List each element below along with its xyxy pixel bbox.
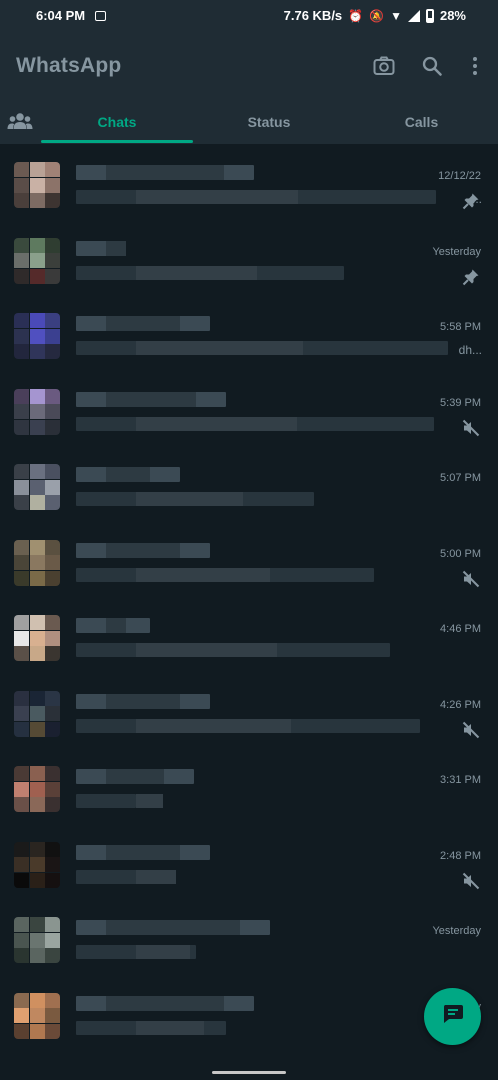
contact-name-redacted-shade <box>106 693 180 709</box>
chat-time: 3:31 PM <box>440 774 481 786</box>
chat-row[interactable]: 12/12/22... <box>0 156 498 232</box>
tab-bar: Chats Status Calls <box>0 100 498 144</box>
battery-level: 28% <box>439 8 466 23</box>
contact-name-redacted-shade <box>106 995 224 1011</box>
tab-chats[interactable]: Chats <box>41 100 193 144</box>
more-options-icon[interactable] <box>461 52 489 80</box>
app-bar: WhatsApp <box>0 32 498 100</box>
chat-time: Yesterday <box>432 245 481 258</box>
avatar[interactable] <box>14 237 60 284</box>
avatar[interactable] <box>14 615 60 661</box>
tab-calls[interactable]: Calls <box>345 100 498 144</box>
contact-name-redacted-shade <box>106 467 150 482</box>
chat-time: 5:58 PM <box>440 321 481 333</box>
system-nav-bar <box>0 1060 498 1080</box>
message-preview-redacted-shade <box>136 341 303 355</box>
app-title: WhatsApp <box>16 54 122 77</box>
chat-row[interactable]: ...day <box>0 987 498 1063</box>
wifi-icon: ▼ <box>390 8 402 23</box>
message-preview-redacted-shade <box>136 718 291 733</box>
contact-name-redacted-shade <box>106 165 224 180</box>
chat-time: 5:07 PM <box>440 472 481 484</box>
status-time: 6:04 PM <box>36 8 86 23</box>
chat-time: 4:26 PM <box>440 698 481 711</box>
chat-row[interactable]: Yesterday <box>0 232 498 308</box>
contact-name-redacted-shade <box>106 240 126 256</box>
contact-name-redacted-shade <box>106 391 196 407</box>
chat-row[interactable]: 5:07 PM <box>0 458 498 534</box>
pin-icon <box>462 268 480 286</box>
avatar[interactable] <box>14 992 60 1039</box>
chat-row[interactable]: Yesterday <box>0 911 498 987</box>
chat-row[interactable]: 5:58 PM dh... <box>0 307 498 383</box>
chat-row[interactable]: 2:48 PM <box>0 836 498 912</box>
contact-name-redacted-shade <box>106 316 180 331</box>
avatar[interactable] <box>14 841 60 888</box>
message-preview-redacted-shade <box>136 643 277 657</box>
battery-icon <box>425 8 434 23</box>
message-snippet-tail: dh... <box>458 343 482 357</box>
message-preview-redacted-shade <box>136 1020 204 1035</box>
active-tab-indicator <box>41 140 193 143</box>
camera-icon[interactable] <box>370 52 398 80</box>
new-chat-button[interactable] <box>424 988 481 1045</box>
chat-time: 5:00 PM <box>440 547 481 560</box>
tab-community[interactable] <box>0 100 40 144</box>
alarm-icon: ⏰ <box>348 8 364 23</box>
chat-row[interactable]: 3:31 PM <box>0 760 498 836</box>
chat-time: 4:46 PM <box>440 623 481 635</box>
muted-icon <box>462 872 480 890</box>
status-bar: 6:04 PM 7.76 KB/s ⏰ 🔕 ▼ 28% <box>0 0 498 32</box>
message-preview-redacted-shade <box>136 869 176 884</box>
contact-name-redacted-shade <box>106 542 180 558</box>
avatar[interactable] <box>14 766 60 812</box>
chat-row[interactable]: 4:26 PM <box>0 685 498 761</box>
contact-name-redacted-shade <box>106 618 126 633</box>
pin-icon <box>462 192 480 210</box>
tab-status[interactable]: Status <box>193 100 345 144</box>
avatar[interactable] <box>14 162 60 208</box>
chat-time: 2:48 PM <box>440 849 481 862</box>
message-preview-redacted-shade <box>136 265 257 280</box>
muted-icon <box>462 721 480 739</box>
message-preview-redacted-shade <box>136 945 190 959</box>
new-chat-icon <box>442 1004 464 1029</box>
chat-time: Yesterday <box>432 925 481 937</box>
chat-row[interactable]: 5:39 PM <box>0 383 498 459</box>
network-speed: 7.76 KB/s <box>283 8 343 23</box>
muted-icon <box>462 419 480 437</box>
signal-icon <box>407 9 420 22</box>
community-icon <box>7 112 33 133</box>
gallery-icon <box>95 10 107 21</box>
message-preview-redacted-shade <box>136 492 243 506</box>
avatar[interactable] <box>14 539 60 586</box>
home-gesture-bar[interactable] <box>212 1071 286 1074</box>
avatar[interactable] <box>14 464 60 510</box>
search-icon[interactable] <box>418 52 446 80</box>
chat-time: 12/12/22 <box>438 170 481 182</box>
muted-icon <box>462 570 480 588</box>
avatar[interactable] <box>14 313 60 359</box>
contact-name-redacted-shade <box>106 844 180 860</box>
message-preview-redacted-shade <box>136 190 298 204</box>
avatar[interactable] <box>14 388 60 435</box>
chat-row[interactable]: 5:00 PM <box>0 534 498 610</box>
avatar[interactable] <box>14 690 60 737</box>
chat-row[interactable]: 4:46 PM <box>0 609 498 685</box>
message-preview-redacted-shade <box>136 416 297 431</box>
message-preview-redacted <box>76 794 136 808</box>
avatar[interactable] <box>14 917 60 963</box>
mute-notification-icon: 🔕 <box>369 8 385 23</box>
contact-name-redacted-shade <box>106 920 240 935</box>
message-preview-redacted-shade <box>136 567 270 582</box>
contact-name-redacted-shade <box>106 769 164 784</box>
chat-time: 5:39 PM <box>440 396 481 409</box>
message-preview-redacted-shade <box>136 794 163 808</box>
